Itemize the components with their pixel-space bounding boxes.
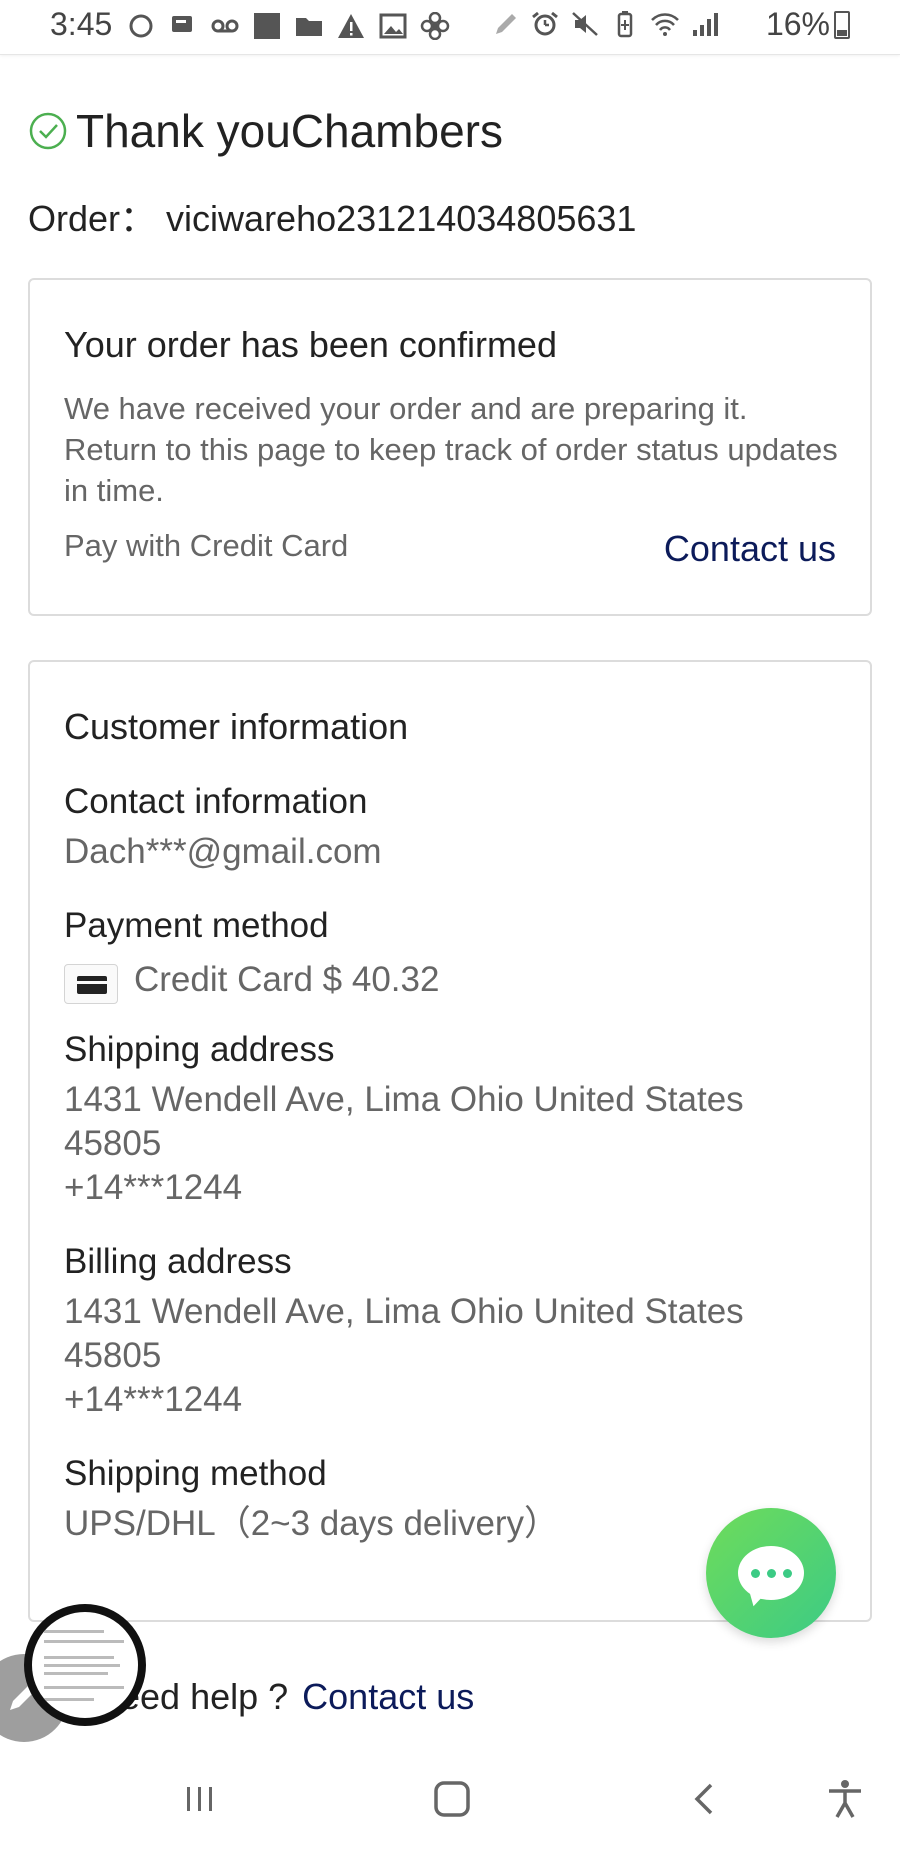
shipping-address-line2: 45805	[64, 1124, 162, 1163]
square-icon	[252, 12, 282, 40]
chat-button[interactable]	[706, 1508, 836, 1638]
pinwheel-icon	[420, 12, 450, 40]
screenshot-thumbnail[interactable]	[24, 1604, 146, 1726]
contact-info-value: Dach***@gmail.com	[64, 832, 382, 871]
order-confirmation-card: Your order has been confirmed We have re…	[28, 278, 872, 616]
recent-apps-button[interactable]	[175, 1774, 225, 1824]
payment-note: Pay with Credit Card	[64, 528, 349, 563]
confirmation-message: We have received your order and are prep…	[64, 391, 838, 508]
folder-icon	[294, 12, 324, 40]
mute-icon	[570, 10, 600, 38]
contact-info-label: Contact information	[64, 782, 368, 821]
shipping-method-label: Shipping method	[64, 1454, 327, 1493]
shipping-address-label: Shipping address	[64, 1030, 335, 1069]
pencil-icon	[490, 10, 520, 38]
billing-address-line2: 45805	[64, 1336, 162, 1375]
navigation-bar	[0, 1746, 900, 1850]
image-icon	[378, 12, 408, 40]
accessibility-button[interactable]	[820, 1774, 870, 1824]
need-help-text: eed help ?	[120, 1676, 289, 1717]
signal-icon	[690, 10, 720, 38]
page-title: Thank youChambers	[76, 105, 503, 157]
customer-info-title: Customer information	[64, 706, 409, 747]
battery-indicator: 16%	[766, 6, 850, 43]
battery-icon	[834, 10, 850, 39]
voicemail-icon	[210, 12, 240, 40]
alarm-icon	[530, 10, 560, 38]
messages-icon	[168, 12, 198, 40]
confirmation-title: Your order has been confirmed	[64, 324, 557, 365]
battery-saver-icon	[610, 10, 640, 38]
home-button[interactable]	[427, 1774, 477, 1824]
billing-address-line1: 1431 Wendell Ave, Lima Ohio United State…	[64, 1292, 744, 1331]
status-time: 3:45	[50, 6, 113, 42]
shipping-address-line1: 1431 Wendell Ave, Lima Ohio United State…	[64, 1080, 744, 1119]
credit-card-icon	[64, 964, 118, 1004]
circle-icon	[126, 12, 156, 40]
help-contact-us-link[interactable]: Contact us	[302, 1676, 474, 1717]
wifi-icon	[650, 10, 680, 38]
notification-icons	[126, 10, 450, 42]
payment-method-label: Payment method	[64, 906, 329, 945]
contact-us-link[interactable]: Contact us	[664, 528, 836, 570]
warning-icon	[336, 12, 366, 40]
check-circle-icon	[29, 112, 67, 150]
customer-information-card: Customer information Contact information…	[28, 660, 872, 1622]
billing-address-phone: +14***1244	[64, 1380, 243, 1419]
shipping-address-phone: +14***1244	[64, 1168, 243, 1207]
payment-method-value: Credit Card $ 40.32	[134, 960, 440, 999]
billing-address-label: Billing address	[64, 1242, 292, 1281]
thank-you-header: Thank youChambers	[28, 104, 503, 158]
system-icons	[490, 10, 720, 38]
order-number-row: Order： viciwareho231214034805631	[28, 190, 636, 242]
need-help-row: eed help ? Contact us	[120, 1676, 474, 1718]
order-number: viciwareho231214034805631	[166, 198, 637, 239]
home-icon	[434, 1781, 470, 1817]
back-button[interactable]	[680, 1774, 730, 1824]
accessibility-icon	[829, 1780, 861, 1818]
order-label: Order：	[28, 198, 157, 239]
recent-apps-icon	[187, 1787, 212, 1811]
status-bar: 3:45 16%	[0, 0, 900, 55]
chat-bubble-icon	[738, 1546, 804, 1600]
battery-percent: 16%	[765, 6, 830, 42]
shipping-method-value: UPS/DHL（2~3 days delivery）	[64, 1504, 560, 1543]
back-icon	[694, 1783, 713, 1815]
